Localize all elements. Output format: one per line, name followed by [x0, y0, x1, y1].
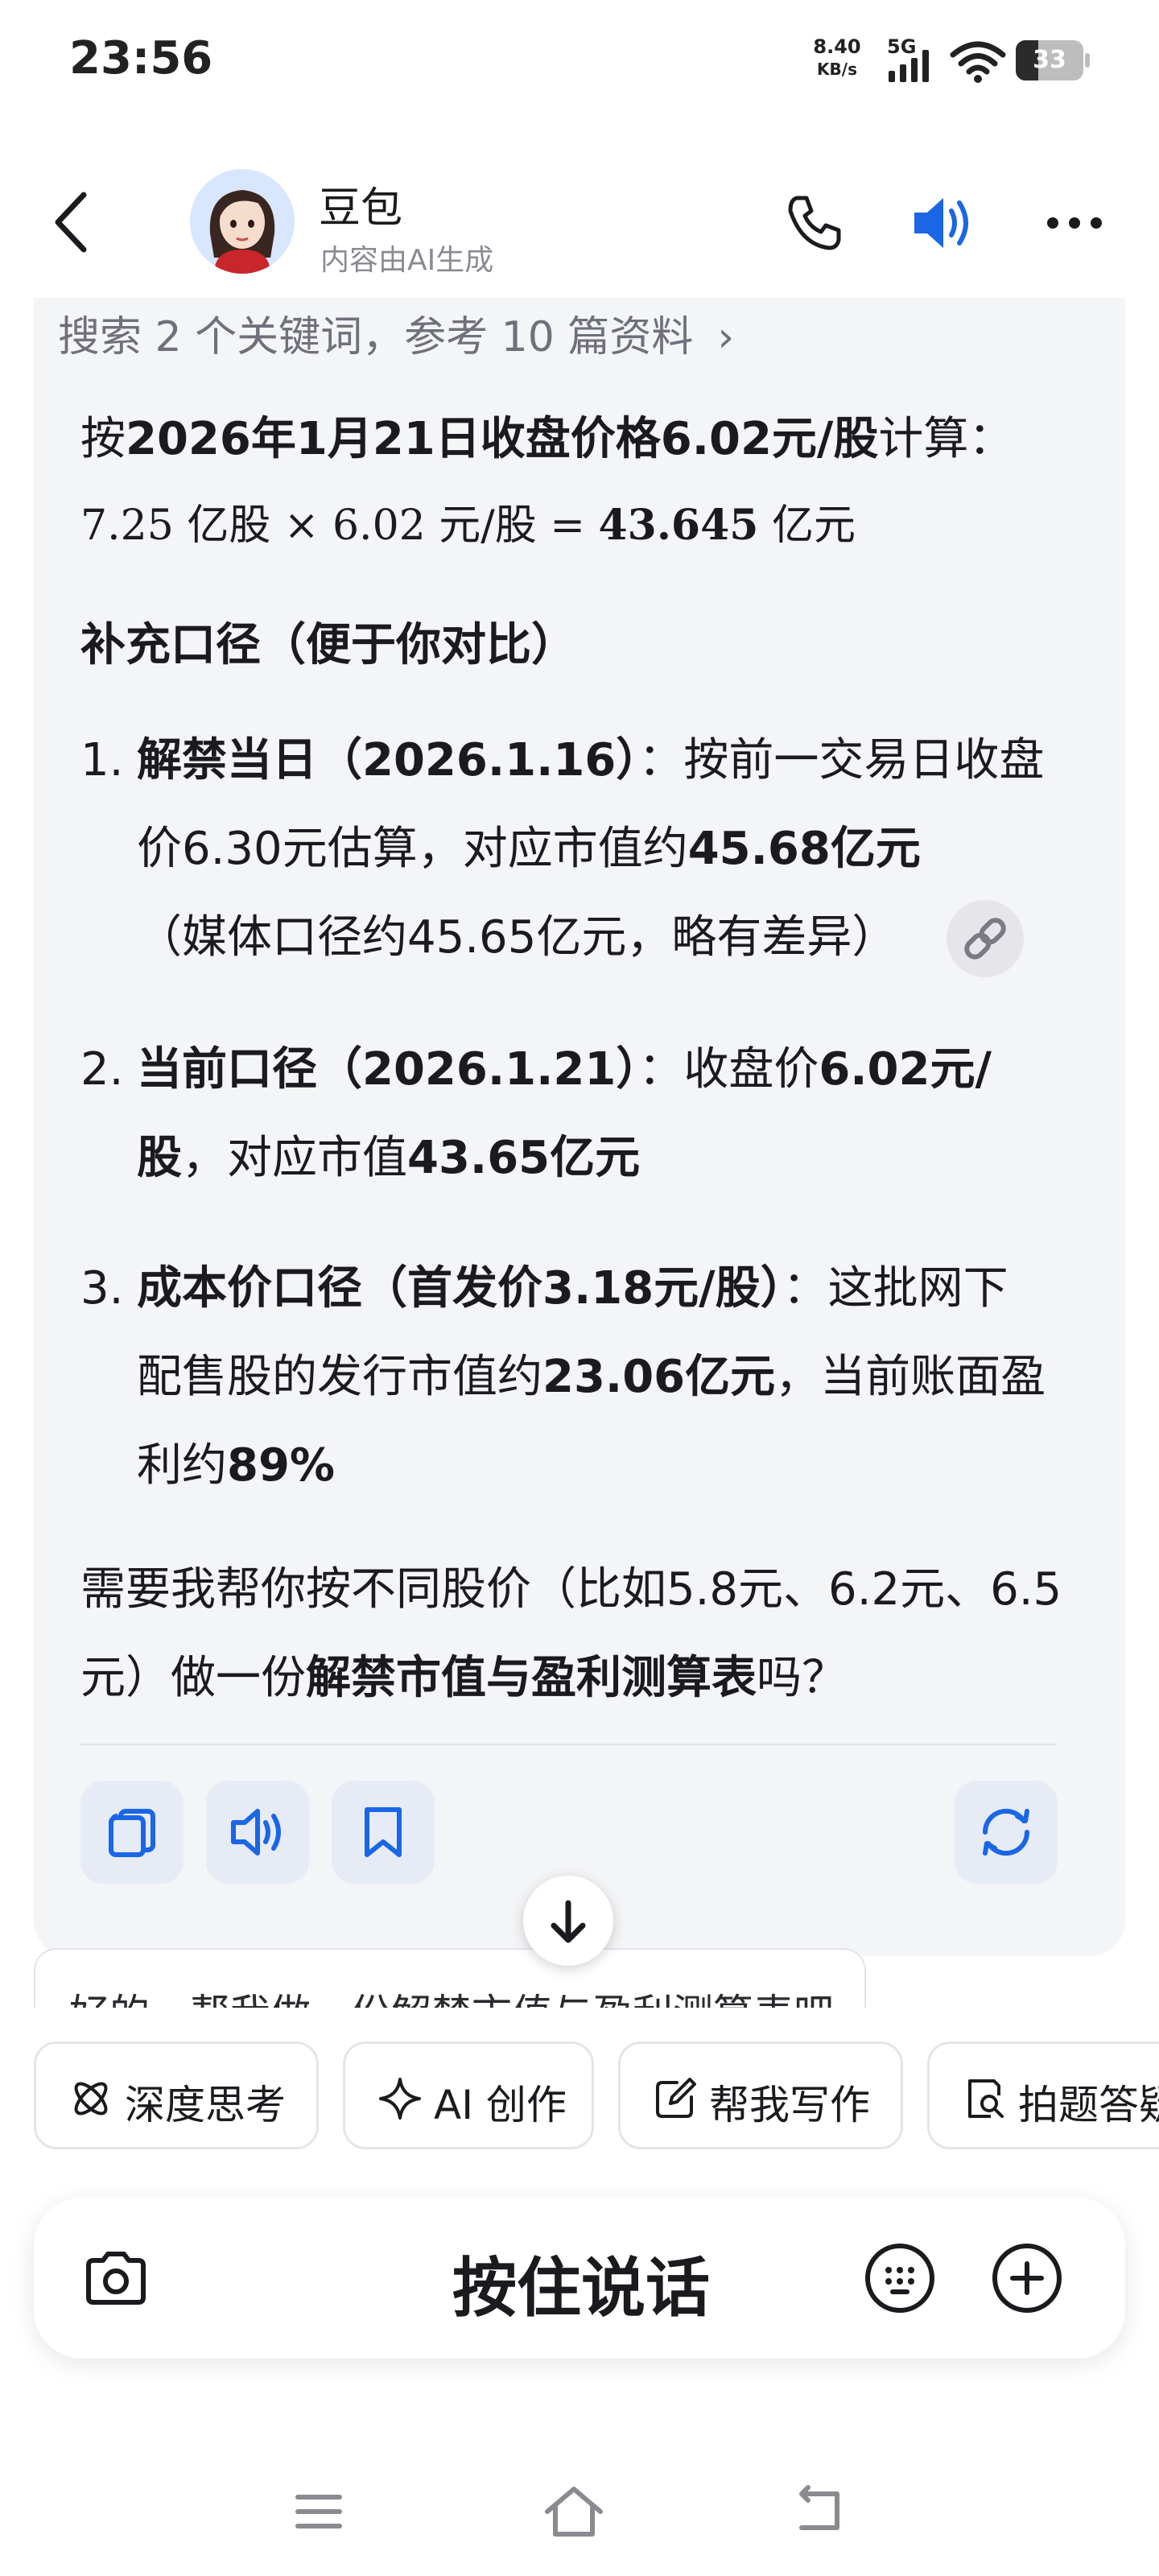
- list-item-heading: 解禁当日（2026.1.16）: [137, 734, 639, 786]
- follow-up-question: 需要我帮你按不同股价（比如5.8元、6.2元、6.5元）做一份解禁市值与盈利测算…: [80, 1546, 1062, 1723]
- shortcut-photo-question[interactable]: 拍题答疑: [927, 2041, 1159, 2149]
- list-item-note: （媒体口径约45.65亿元，略有差异）: [137, 911, 897, 964]
- battery-indicator: 33: [1016, 40, 1090, 80]
- network-speed: 8.40 KB/s: [805, 35, 869, 80]
- calculation-basis: 按2026年1月21日收盘价格6.02元/股计算：: [80, 402, 1013, 468]
- list-item-number: 3.: [80, 1262, 124, 1315]
- shortcut-label: 拍题答疑: [1018, 2082, 1159, 2128]
- menu-icon[interactable]: [287, 2479, 351, 2544]
- source-link-button[interactable]: [947, 900, 1024, 977]
- network-speed-unit: KB/s: [817, 60, 857, 79]
- formula-result: 43.645: [598, 501, 759, 550]
- follow-up-suffix: 吗？: [757, 1652, 847, 1704]
- calc-suffix: 计算：: [878, 413, 1014, 465]
- shortcut-label: 帮我写作: [709, 2082, 870, 2128]
- list-item: 2. 当前口径（2026.1.21）：收盘价6.02元/股，对应市值43.65亿…: [80, 1026, 1046, 1203]
- list-item-value: 23.06亿元: [542, 1351, 776, 1403]
- formula-shares: 7.25: [80, 502, 174, 550]
- avatar-portrait-icon: [190, 169, 295, 274]
- list-item-value: 89%: [227, 1439, 336, 1492]
- list-item-value: 43.65亿元: [407, 1132, 641, 1184]
- home-icon[interactable]: [538, 2475, 610, 2547]
- list-item-number: 1.: [80, 734, 124, 786]
- list-item-text: ：收盘价: [638, 1043, 819, 1096]
- more-options-icon[interactable]: [1038, 187, 1111, 259]
- calc-prefix: 按: [80, 413, 126, 465]
- shortcut-label: 深度思考: [125, 2082, 286, 2128]
- edit-icon: [656, 2078, 696, 2118]
- bookmark-button[interactable]: [332, 1781, 435, 1884]
- keyboard-icon[interactable]: [861, 2240, 938, 2317]
- formula-shares-unit: 亿股: [187, 502, 271, 550]
- list-item-number: 2.: [80, 1043, 124, 1096]
- list-item-heading: 当前口径（2026.1.21）: [137, 1043, 639, 1096]
- ai-generated-notice: 内容由AI生成: [320, 244, 494, 277]
- suggested-reply-chip[interactable]: 好的，帮我做一份解禁市值与盈利测算表吧: [34, 1948, 866, 2008]
- arrow-down-icon: [551, 1900, 586, 1943]
- chat-header: 豆包 内容由AI生成: [0, 153, 1159, 298]
- atom-icon: [74, 2082, 108, 2116]
- shortcut-deep-thinking[interactable]: 深度思考: [34, 2041, 319, 2149]
- system-nav-bar: [0, 2447, 1159, 2576]
- link-icon: [964, 918, 1006, 960]
- speaker-outline-icon: [231, 1809, 281, 1856]
- avatar[interactable]: [190, 169, 295, 274]
- camera-icon[interactable]: [77, 2240, 155, 2317]
- wifi-icon: [950, 41, 1006, 83]
- follow-up-highlight: 解禁市值与盈利测算表: [306, 1652, 757, 1704]
- battery-level: 33: [1033, 46, 1066, 74]
- phone-call-icon[interactable]: [777, 187, 850, 259]
- list-item-value: 45.68亿元: [687, 823, 921, 875]
- list-item: 3. 成本价口径（首发价3.18元/股）：这批网下配售股的发行市值约23.06亿…: [80, 1245, 1046, 1510]
- bot-name: 豆包: [319, 184, 403, 233]
- formula-result-unit: 亿元: [772, 502, 856, 550]
- chevron-right-icon: ›: [717, 313, 735, 361]
- formula-price-unit: 元/股: [439, 502, 537, 550]
- shortcut-writing[interactable]: 帮我写作: [618, 2041, 903, 2149]
- suggested-reply-text: 好的，帮我做一份解禁市值与盈利测算表吧: [69, 1982, 834, 2008]
- sparkle-icon: [379, 2078, 421, 2120]
- plus-icon[interactable]: [988, 2240, 1066, 2317]
- list-item-heading: 成本价口径（首发价3.18元/股）: [137, 1262, 783, 1315]
- signal-icon: [889, 50, 929, 82]
- scroll-to-bottom-button[interactable]: [523, 1876, 613, 1966]
- search-references-link[interactable]: 搜索 2 个关键词，参考 10 篇资料 ›: [58, 303, 734, 363]
- shortcut-ai-create[interactable]: AI 创作: [343, 2041, 594, 2149]
- shortcut-bar: 深度思考 AI 创作 帮我写作 拍题答疑: [0, 2041, 1159, 2151]
- calc-date-price: 2026年1月21日收盘价格6.02元/股: [126, 413, 879, 465]
- copy-button[interactable]: [80, 1781, 184, 1884]
- bookmark-icon: [365, 1807, 402, 1857]
- network-speed-value: 8.40: [813, 35, 861, 58]
- doc-search-icon: [968, 2079, 1004, 2118]
- back-arrow-icon[interactable]: [40, 182, 105, 262]
- read-aloud-button[interactable]: [206, 1781, 309, 1884]
- hold-to-talk-button[interactable]: 按住说话: [340, 2236, 823, 2330]
- voice-input-bar: 按住说话: [34, 2198, 1125, 2359]
- copy-icon: [109, 1809, 155, 1857]
- speaker-icon[interactable]: [906, 187, 979, 259]
- status-time: 23:56: [69, 32, 213, 85]
- action-divider: [80, 1744, 1056, 1745]
- back-nav-icon[interactable]: [789, 2478, 853, 2542]
- list-item: 1. 解禁当日（2026.1.16）：按前一交易日收盘价6.30元估算，对应市值…: [80, 716, 1046, 982]
- formula-times: ×: [283, 502, 320, 550]
- shortcut-label: AI 创作: [434, 2082, 567, 2128]
- status-bar: 23:56 8.40 KB/s 5G 33: [0, 0, 1159, 121]
- formula-price: 6.02: [332, 502, 426, 550]
- list-item-text: ，对应市值: [182, 1132, 407, 1184]
- refresh-icon: [982, 1808, 1030, 1856]
- market-value-formula: 7.25 亿股 × 6.02 元/股 = 43.645 亿元: [80, 491, 856, 551]
- formula-equals: =: [550, 502, 585, 550]
- section-title: 补充口径（便于你对比）: [80, 619, 576, 671]
- regenerate-button[interactable]: [955, 1781, 1058, 1884]
- search-references-text: 搜索 2 个关键词，参考 10 篇资料: [58, 313, 694, 361]
